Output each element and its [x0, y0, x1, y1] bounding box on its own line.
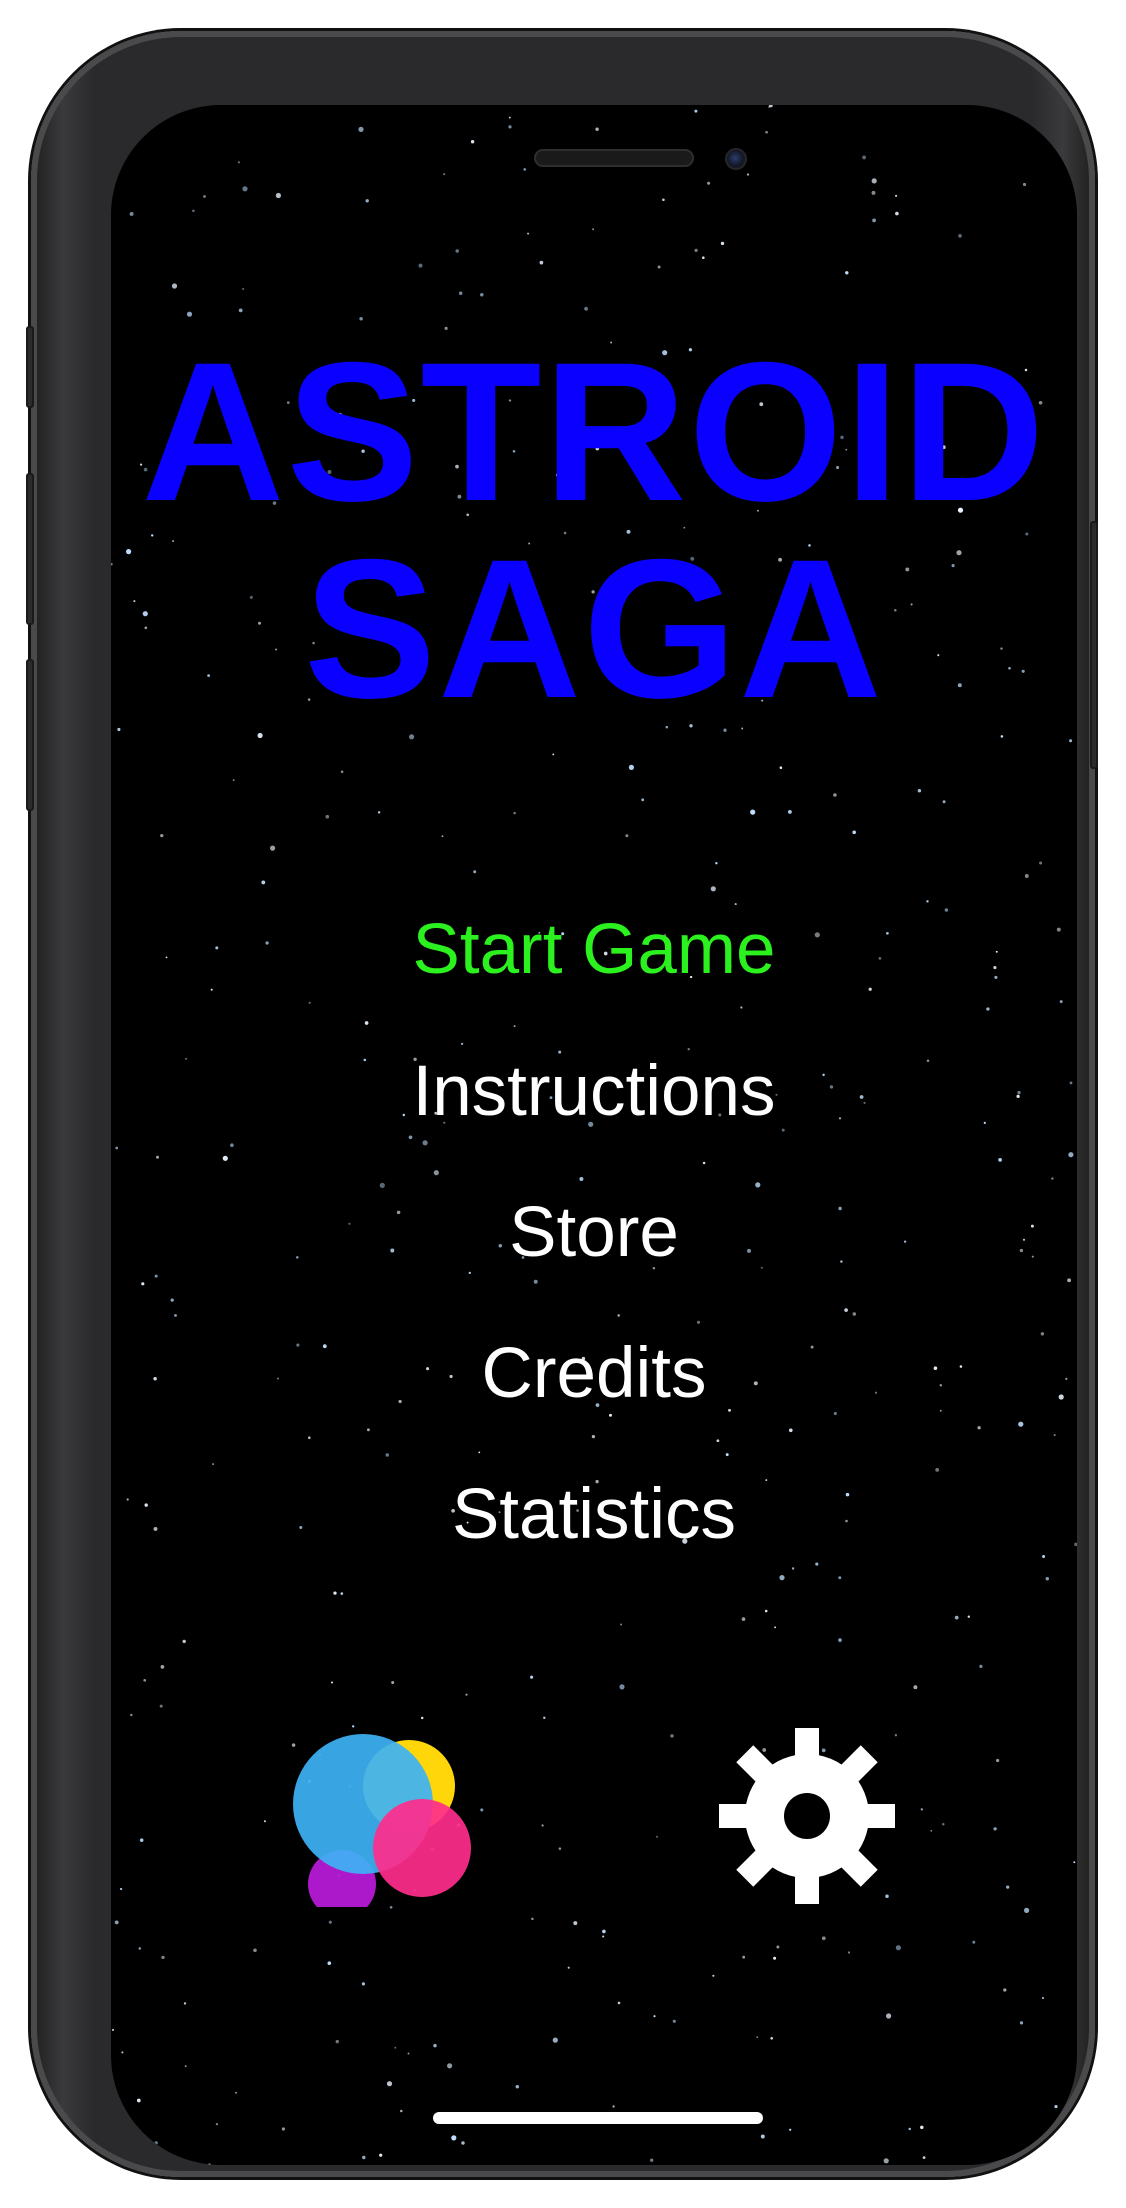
power-button — [1090, 521, 1098, 769]
volume-up-button — [26, 473, 34, 625]
earpiece-speaker — [534, 149, 694, 167]
game-title-line-2: SAGA — [303, 518, 885, 739]
silent-switch — [26, 326, 34, 408]
phone-frame: ASTROID SAGA Start Game Instructions Sto… — [26, 31, 1098, 2177]
statistics-button[interactable]: Statistics — [111, 1479, 1077, 1550]
game-screen: ASTROID SAGA Start Game Instructions Sto… — [111, 105, 1077, 2165]
credits-button[interactable]: Credits — [111, 1338, 1077, 1409]
gear-icon[interactable] — [717, 1726, 897, 1906]
volume-down-button — [26, 659, 34, 811]
game-title-line-1: ASTROID — [141, 321, 1047, 542]
instructions-button[interactable]: Instructions — [111, 1056, 1077, 1127]
store-button[interactable]: Store — [111, 1197, 1077, 1268]
start-game-button[interactable]: Start Game — [111, 914, 1077, 985]
front-camera — [725, 148, 747, 170]
home-indicator[interactable] — [433, 2112, 763, 2124]
game-center-icon[interactable] — [293, 1727, 473, 1918]
